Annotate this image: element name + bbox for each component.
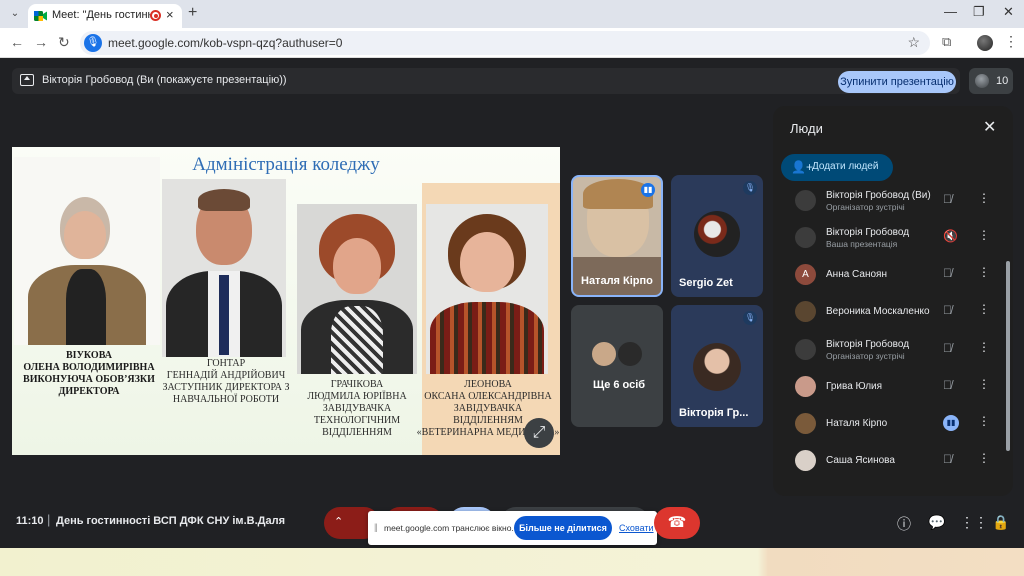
tile-name: Вікторія Гр... [679,407,749,419]
tile-more-participants[interactable]: Ще 6 осіб [571,305,663,427]
extensions-icon[interactable]: ⧉ [942,34,951,50]
screen-share-notice: || meet.google.com транслює вікно. Більш… [368,511,657,545]
address-bar[interactable]: 🎙 meet.google.com/kob-vspn-qzq?authuser=… [80,31,930,55]
browser-tab-meet[interactable]: Meet: "День гостинності ВС × [28,4,182,28]
browser-menu-icon[interactable]: ⋮ [1004,33,1018,50]
meeting-title: День гостинності ВСП ДФК СНУ ім.В.Даля [56,515,285,527]
photo-person-3 [297,204,417,374]
chat-icon[interactable]: 💬 [928,514,945,531]
forward-icon[interactable]: → [34,34,48,50]
url-text: meet.google.com/kob-vspn-qzq?authuser=0 [108,36,343,50]
participants-count: 10 [996,75,1009,87]
meet-favicon-icon [34,11,47,21]
participant-avatar [975,74,989,88]
host-controls-icon[interactable]: 🔒 [992,514,1009,531]
speaking-indicator-icon: ▮▮ [641,183,655,197]
browser-tabbar: ⌄ Meet: "День гостинності ВС × + — ❐ ✕ [0,0,1024,28]
mic-off-icon: 🎙 [743,181,757,195]
profile-avatar[interactable] [977,35,993,51]
photo-person-4 [426,204,548,374]
stop-sharing-button[interactable]: Більше не ділитися [514,516,612,540]
participant-avatar [694,211,740,257]
recording-icon [150,10,161,21]
caption-person-3: Грачікова Людмила Юріївна завідувачка те… [307,379,407,438]
slide-preview-strip [0,548,1024,576]
participants-chip[interactable]: 10 [969,68,1013,94]
separator: | [47,512,51,527]
stop-presenting-button[interactable]: Зупинити презентацію [838,71,956,93]
people-panel: Люди ✕ 👤+ Додати людей [773,106,1013,496]
browser-toolbar: ← → ↻ 🎙 meet.google.com/kob-vspn-qzq?aut… [0,28,1024,58]
back-icon[interactable]: ← [10,34,24,50]
minimize-icon[interactable]: — [944,4,957,19]
hide-notice-link[interactable]: Сховати [619,523,654,533]
add-people-button[interactable]: 👤+ Додати людей [781,154,893,181]
tile-name: Наталя Кірпо [581,275,653,287]
drag-handle-icon[interactable]: || [374,522,378,532]
share-notice-text: meet.google.com транслює вікно. [384,523,514,533]
photo-person-2 [162,179,286,357]
presenting-text: Вікторія Гробовод (Ви (покажуєте презент… [42,74,287,86]
add-person-icon: 👤+ [791,160,813,174]
site-mic-icon[interactable]: 🎙 [84,34,102,52]
caption-person-2: Гонтар Геннадій Андрійович заступник дир… [162,358,290,405]
new-tab-icon[interactable]: + [188,4,197,22]
participant-avatar [693,343,741,391]
tile-participant-3[interactable]: 🎙 Вікторія Гр... [671,305,763,427]
caption-person-1: Віукова Олена Володимирівна виконуюча об… [23,350,155,397]
presentation-slide: Адміністрація коледжу Віукова Олена Воло… [12,147,560,455]
leave-call-button[interactable]: ☎ [654,507,700,539]
panel-title: Люди [790,121,823,136]
participant-avatar [591,341,617,367]
close-icon[interactable]: ✕ [983,117,996,137]
present-screen-icon [20,74,34,86]
tile-name: Sergio Zet [679,277,733,289]
participant-avatar [617,341,643,367]
photo-person-1 [14,157,160,345]
restore-icon[interactable]: ❐ [973,4,985,20]
tile-participant-2[interactable]: 🎙 Sergio Zet [671,175,763,297]
panel-scrollbar[interactable] [1006,261,1010,451]
info-icon[interactable]: ⓘ [897,514,911,534]
window-close-icon[interactable]: ✕ [1003,4,1014,20]
presenting-banner: Вікторія Гробовод (Ви (покажуєте презент… [12,68,960,94]
mic-off-icon: 🎙 [743,311,757,325]
meeting-time: 11:10 [16,515,44,527]
more-participants-label: Ще 6 осіб [593,379,646,391]
bookmark-star-icon[interactable]: ☆ [907,34,920,51]
tab-search-chevron-icon[interactable]: ⌄ [6,5,24,23]
chevron-up-icon: ⌃ [334,516,344,528]
tile-participant-1[interactable]: ▮▮ Наталя Кірпо [571,175,663,297]
expand-icon[interactable]: ⤢ [524,418,554,448]
reload-icon[interactable]: ↻ [58,34,70,51]
apps-grid-icon[interactable]: ⋮⋮ [960,514,988,531]
tab-close-icon[interactable]: × [166,7,174,22]
tab-title: Meet: "День гостинності ВС [52,9,152,21]
